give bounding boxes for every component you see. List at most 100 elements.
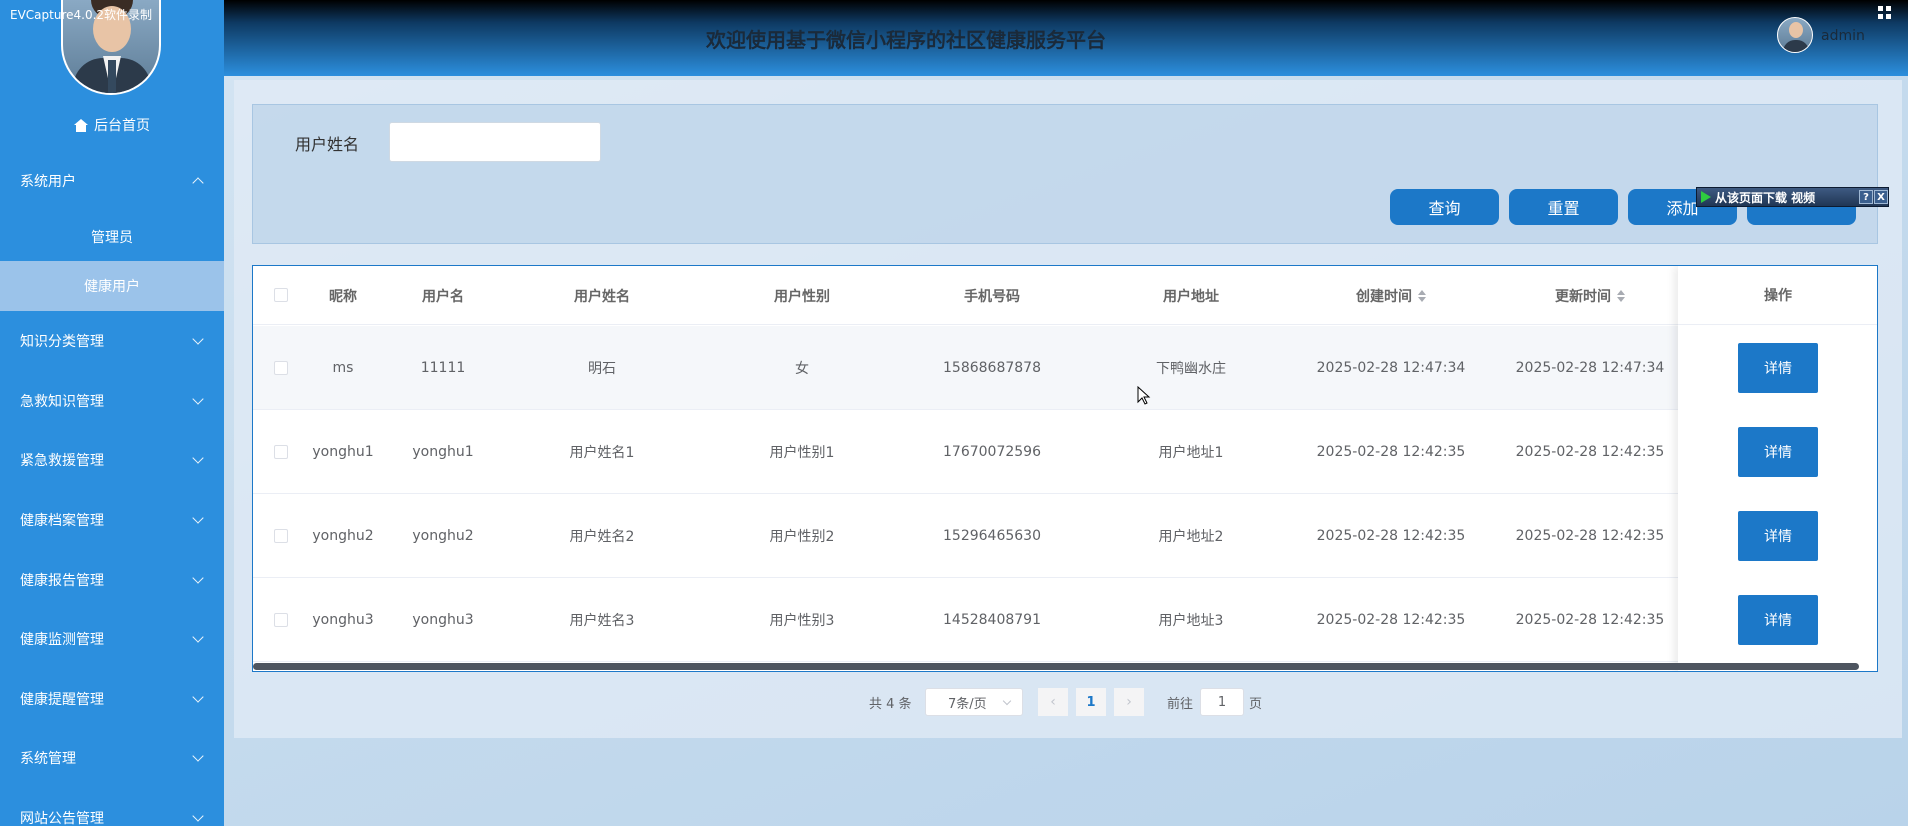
home-icon xyxy=(74,118,88,132)
fullscreen-icon[interactable] xyxy=(1878,6,1892,20)
col-name: 用户姓名 xyxy=(574,288,630,305)
detail-button[interactable]: 详情 xyxy=(1738,511,1818,561)
cell-nickname: yonghu2 xyxy=(312,528,374,544)
row-checkbox[interactable] xyxy=(274,445,288,459)
horizontal-scrollbar[interactable] xyxy=(253,663,1859,670)
cell-address: 用户地址3 xyxy=(1158,613,1224,629)
sidebar-subitem-admin[interactable]: 管理员 xyxy=(0,212,224,262)
sidebar-item-health-records[interactable]: 健康档案管理 xyxy=(0,500,224,540)
top-header: 欢迎使用基于微信小程序的社区健康服务平台 admin xyxy=(224,0,1908,76)
cell-username: yonghu1 xyxy=(412,444,474,460)
cell-name: 用户姓名1 xyxy=(569,445,635,461)
sidebar-item-emergency-rescue[interactable]: 紧急救援管理 xyxy=(0,440,224,480)
cell-created: 2025-02-28 12:47:34 xyxy=(1316,360,1466,376)
sidebar-item-first-aid-knowledge[interactable]: 急救知识管理 xyxy=(0,381,224,421)
sort-icon[interactable] xyxy=(1418,289,1426,302)
table-header: 昵称 用户名 用户姓名 用户性别 手机号码 用户地址 创建时间 更新时间 xyxy=(253,266,1877,325)
row-checkbox[interactable] xyxy=(274,613,288,627)
sidebar-item-health-reports[interactable]: 健康报告管理 xyxy=(0,560,224,600)
cell-created: 2025-02-28 12:42:35 xyxy=(1316,528,1466,544)
cell-address: 用户地址1 xyxy=(1158,445,1224,461)
mouse-cursor-icon xyxy=(1137,386,1151,405)
cell-gender: 用户性别2 xyxy=(769,529,835,545)
page-size-select[interactable]: 7条/页 xyxy=(925,688,1023,716)
sidebar-home-label: 后台首页 xyxy=(94,118,150,134)
overlay-label: 从该页面下载 视频 xyxy=(1715,190,1816,205)
cell-updated: 2025-02-28 12:47:34 xyxy=(1515,360,1665,376)
cell-address: 用户地址2 xyxy=(1158,529,1224,545)
col-phone: 手机号码 xyxy=(964,288,1020,305)
row-checkbox[interactable] xyxy=(274,529,288,543)
username-search-input[interactable] xyxy=(389,122,601,162)
chevron-down-icon xyxy=(192,691,204,703)
col-created[interactable]: 创建时间 xyxy=(1291,266,1491,325)
sidebar-subitem-health-users[interactable]: 健康用户 xyxy=(0,261,224,311)
user-avatar[interactable] xyxy=(1777,17,1813,53)
table-row: yonghu2 yonghu2 用户姓名2 用户性别2 15296465630 … xyxy=(253,494,1877,578)
chevron-down-icon xyxy=(192,810,204,822)
cell-nickname: yonghu3 xyxy=(312,612,374,628)
search-label: 用户姓名 xyxy=(295,135,360,154)
cell-phone: 15868687878 xyxy=(943,360,1041,376)
sidebar-item-knowledge-category[interactable]: 知识分类管理 xyxy=(0,321,224,361)
goto-suffix: 页 xyxy=(1249,696,1263,712)
cell-phone: 15296465630 xyxy=(943,528,1041,544)
video-download-overlay[interactable]: 从该页面下载 视频 ? X xyxy=(1696,187,1889,207)
cell-username: 11111 xyxy=(420,360,466,376)
chevron-down-icon xyxy=(192,572,204,584)
sidebar-home-link[interactable]: 后台首页 xyxy=(0,113,224,137)
cell-address: 下鸭幽水庄 xyxy=(1156,361,1226,377)
sidebar-item-system-management[interactable]: 系统管理 xyxy=(0,738,224,778)
sidebar-item-health-reminders[interactable]: 健康提醒管理 xyxy=(0,679,224,719)
chevron-down-icon xyxy=(192,393,204,405)
query-button[interactable]: 查询 xyxy=(1390,189,1499,225)
cell-phone: 14528408791 xyxy=(943,612,1041,628)
cell-created: 2025-02-28 12:42:35 xyxy=(1316,612,1466,628)
chevron-down-icon xyxy=(1002,696,1012,706)
close-icon[interactable]: X xyxy=(1874,190,1888,204)
chevron-down-icon xyxy=(192,452,204,464)
pagination-total: 共 4 条 xyxy=(869,696,912,712)
cell-username: yonghu3 xyxy=(412,612,474,628)
cell-phone: 17670072596 xyxy=(943,444,1041,460)
cell-updated: 2025-02-28 12:42:35 xyxy=(1515,528,1665,544)
col-updated[interactable]: 更新时间 xyxy=(1491,266,1689,325)
detail-button[interactable]: 详情 xyxy=(1738,343,1818,393)
detail-button[interactable]: 详情 xyxy=(1738,427,1818,477)
detail-button[interactable]: 详情 xyxy=(1738,595,1818,645)
col-gender: 用户性别 xyxy=(774,288,830,305)
col-nickname: 昵称 xyxy=(329,288,357,305)
cell-gender: 女 xyxy=(795,361,809,377)
cell-created: 2025-02-28 12:42:35 xyxy=(1316,444,1466,460)
cell-username: yonghu2 xyxy=(412,528,474,544)
goto-page-input[interactable]: 1 xyxy=(1200,688,1244,716)
next-page-button[interactable]: › xyxy=(1114,688,1144,716)
col-username: 用户名 xyxy=(422,288,464,305)
username-label[interactable]: admin xyxy=(1821,28,1865,44)
cell-nickname: yonghu1 xyxy=(312,444,374,460)
row-checkbox[interactable] xyxy=(274,361,288,375)
goto-label: 前往 xyxy=(1167,696,1194,712)
table-row: yonghu1 yonghu1 用户姓名1 用户性别1 17670072596 … xyxy=(253,410,1877,494)
search-form: 用户姓名 查询 重置 添加 xyxy=(252,104,1878,244)
sidebar-item-system-users[interactable]: 系统用户 xyxy=(0,161,224,201)
sidebar: 后台首页 系统用户 管理员 健康用户 知识分类管理 急救知识管理 紧急救援管理 … xyxy=(0,0,224,826)
cell-nickname: ms xyxy=(332,360,354,376)
select-all-checkbox[interactable] xyxy=(274,288,288,302)
cell-gender: 用户性别3 xyxy=(769,613,835,629)
table-row: ms 11111 明石 女 15868687878 下鸭幽水庄 2025-02-… xyxy=(253,326,1877,410)
sidebar-item-health-monitoring[interactable]: 健康监测管理 xyxy=(0,619,224,659)
cell-gender: 用户性别1 xyxy=(769,445,835,461)
users-table: 昵称 用户名 用户姓名 用户性别 手机号码 用户地址 创建时间 更新时间 ms … xyxy=(252,265,1878,672)
cell-name: 明石 xyxy=(588,361,616,377)
chevron-up-icon xyxy=(192,177,204,189)
page-title: 欢迎使用基于微信小程序的社区健康服务平台 xyxy=(706,28,1106,52)
page-number-current[interactable]: 1 xyxy=(1076,688,1106,716)
prev-page-button[interactable]: ‹ xyxy=(1038,688,1068,716)
help-icon[interactable]: ? xyxy=(1859,190,1873,204)
col-address: 用户地址 xyxy=(1163,288,1219,305)
play-icon xyxy=(1701,191,1711,203)
sidebar-item-site-announcements[interactable]: 网站公告管理 xyxy=(0,798,224,826)
reset-button[interactable]: 重置 xyxy=(1509,189,1618,225)
sort-icon[interactable] xyxy=(1617,289,1625,302)
